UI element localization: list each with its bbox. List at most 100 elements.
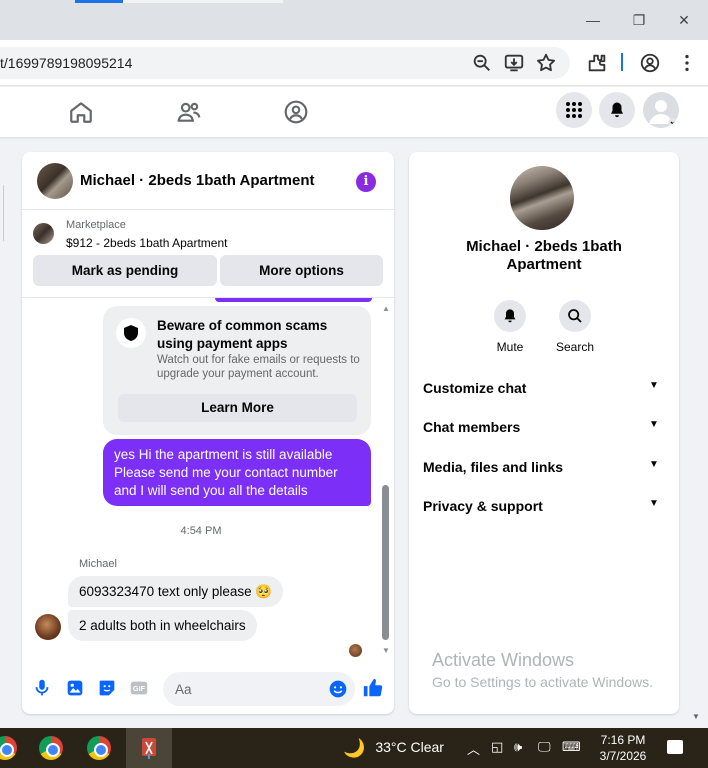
minimize-button[interactable]: —: [583, 10, 603, 30]
taskbar-app-active[interactable]: [126, 728, 172, 768]
meet-now-icon[interactable]: ◱: [491, 739, 503, 755]
sender-avatar[interactable]: [35, 614, 61, 640]
microphone-icon[interactable]: [31, 677, 53, 699]
info-button[interactable]: i: [356, 172, 376, 192]
extensions-icon[interactable]: [586, 52, 608, 74]
collapsed-panel-edge: [0, 185, 4, 241]
watermark-title: Activate Windows: [432, 650, 575, 670]
thumbs-up-icon[interactable]: [362, 677, 384, 699]
conversation-name: Michael · 2beds 1bath Apartment: [466, 238, 622, 273]
scrollbar-thumb[interactable]: [382, 485, 389, 640]
message-scrollbar[interactable]: ▲ ▼: [380, 298, 392, 662]
taskbar-app-chrome-profile-1[interactable]: [32, 728, 70, 768]
marketplace-listing: Marketplace $912 - 2beds 1bath Apartment…: [22, 210, 394, 298]
install-app-icon[interactable]: [503, 52, 525, 74]
search-button[interactable]: [559, 300, 591, 332]
bell-icon: [504, 309, 516, 323]
moon-icon: 🌙: [343, 738, 366, 758]
home-icon[interactable]: [68, 99, 94, 125]
listing-source: Marketplace: [66, 219, 126, 231]
windows-taskbar: 🌙 33°C Clear ︿ ◱ 🕪 🖵 ⌨ 7:16 PM 3/7/2026: [0, 728, 708, 768]
section-media-files-links[interactable]: Media, files and links ▼: [409, 451, 679, 483]
more-options-button[interactable]: More options: [220, 255, 383, 286]
volume-icon[interactable]: 🕪: [514, 739, 522, 755]
chat-avatar[interactable]: [37, 163, 73, 199]
toolbar-separator: [621, 53, 623, 71]
mark-as-pending-button[interactable]: Mark as pending: [33, 255, 217, 286]
search-label: Search: [555, 340, 595, 354]
learn-more-button[interactable]: Learn More: [118, 394, 357, 422]
sticker-icon[interactable]: [96, 677, 118, 699]
section-label: Chat members: [423, 419, 521, 435]
close-window-button[interactable]: ✕: [674, 10, 694, 30]
conversation-details-panel: Michael · 2beds 1bath Apartment Mute Sea…: [409, 152, 679, 714]
listing-title[interactable]: $912 - 2beds 1bath Apartment: [66, 236, 227, 250]
seen-indicator-avatar: [349, 644, 362, 657]
scam-warning-card: Beware of common scams using payment app…: [103, 306, 371, 435]
message-input-wrapper: [163, 672, 355, 706]
default-avatar-icon: [649, 100, 678, 128]
scroll-down-arrow-icon[interactable]: ▼: [382, 646, 390, 655]
tray-expand-icon[interactable]: ︿: [467, 739, 480, 758]
network-icon[interactable]: 🖵: [538, 739, 551, 755]
section-privacy-support[interactable]: Privacy & support ▼: [409, 490, 679, 522]
listing-thumbnail[interactable]: [33, 223, 54, 244]
scam-warning-body: Watch out for fake emails or requests to…: [157, 354, 360, 380]
grid-icon: [566, 102, 582, 118]
received-message[interactable]: 2 adults both in wheelchairs: [68, 610, 257, 641]
chat-title[interactable]: Michael · 2beds 1bath Apartment: [80, 172, 315, 189]
address-bar[interactable]: t/1699789198095214: [0, 47, 570, 79]
weather-text: 33°C Clear: [375, 739, 444, 755]
clock-date: 3/7/2026: [599, 749, 647, 763]
url-text[interactable]: t/1699789198095214: [0, 55, 132, 71]
message-input[interactable]: [175, 672, 325, 706]
watermark-subtitle: Go to Settings to activate Windows.: [432, 674, 653, 690]
bell-icon: [611, 102, 623, 118]
mute-action[interactable]: Mute: [480, 300, 540, 354]
sender-name: Michael: [79, 558, 117, 570]
system-clock[interactable]: 7:16 PM 3/7/2026: [598, 732, 648, 764]
browser-menu-icon[interactable]: [676, 52, 698, 74]
chat-header: Michael · 2beds 1bath Apartment i: [22, 152, 394, 210]
keyboard-icon[interactable]: ⌨: [562, 739, 581, 755]
gif-icon[interactable]: GIF: [128, 677, 150, 699]
mute-label: Mute: [496, 340, 524, 354]
browser-toolbar: t/1699789198095214: [0, 40, 708, 86]
snipping-tool-icon: [142, 738, 156, 759]
account-avatar-button[interactable]: [643, 92, 679, 128]
shield-icon: [116, 318, 146, 348]
bookmark-star-icon[interactable]: [535, 52, 557, 74]
scroll-up-arrow-icon[interactable]: ▲: [382, 304, 390, 313]
active-tab-indicator[interactable]: [75, 0, 123, 3]
conversation-avatar[interactable]: [510, 166, 574, 230]
menu-grid-button[interactable]: [556, 92, 592, 128]
friends-icon[interactable]: [176, 99, 202, 125]
emoji-icon[interactable]: [328, 679, 348, 699]
activate-windows-watermark: Activate Windows Go to Settings to activ…: [432, 650, 653, 690]
weather-widget[interactable]: 🌙 33°C Clear: [343, 738, 444, 759]
section-chat-members[interactable]: Chat members ▼: [409, 411, 679, 443]
zoom-icon[interactable]: [471, 52, 493, 74]
mute-button[interactable]: [494, 300, 526, 332]
message-timestamp: 4:54 PM: [180, 525, 222, 537]
clock-time: 7:16 PM: [600, 733, 646, 747]
chevron-down-icon: ▼: [649, 459, 659, 470]
received-message[interactable]: 6093323470 text only please 🥺: [68, 576, 284, 607]
chrome-icon: [87, 736, 111, 760]
sent-message[interactable]: yes Hi the apartment is still available …: [103, 439, 371, 506]
search-action[interactable]: Search: [545, 300, 605, 354]
photo-icon[interactable]: [64, 677, 86, 699]
taskbar-app-chrome-partial[interactable]: [0, 728, 24, 768]
page-scroll-down-arrow-icon[interactable]: ▼: [692, 712, 700, 721]
notifications-button[interactable]: [599, 92, 635, 128]
chrome-icon: [0, 736, 17, 760]
tab-strip[interactable]: [123, 0, 283, 3]
section-customize-chat[interactable]: Customize chat ▼: [409, 372, 679, 404]
message-list: Beware of common scams using payment app…: [22, 298, 394, 662]
restore-button[interactable]: ❐: [629, 10, 649, 30]
groups-icon[interactable]: [283, 99, 309, 125]
taskbar-app-chrome-profile-2[interactable]: [80, 728, 118, 768]
notification-center-icon[interactable]: [667, 740, 683, 754]
profile-icon[interactable]: [639, 52, 661, 74]
chat-window: Michael · 2beds 1bath Apartment i Market…: [22, 152, 394, 714]
